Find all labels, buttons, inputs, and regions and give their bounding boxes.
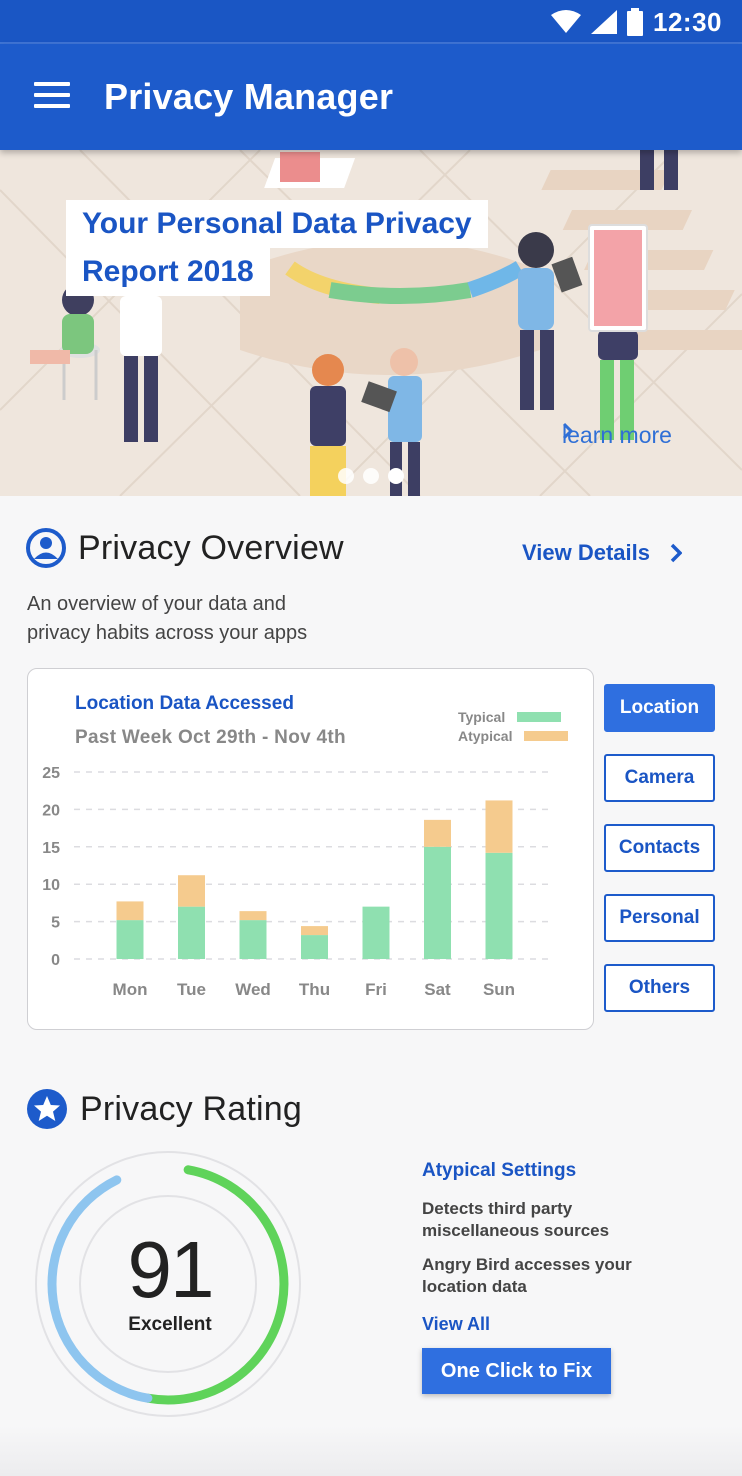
app-title: Privacy Manager xyxy=(104,76,394,117)
bar-atypical-tue xyxy=(178,875,205,907)
atypical-settings: Atypical Settings Detects third party mi… xyxy=(422,1160,722,1335)
x-tick-label: Sat xyxy=(424,980,451,999)
bar-atypical-thu xyxy=(301,926,328,936)
bar-atypical-sun xyxy=(485,800,513,853)
atypical-item2-line1: Angry Bird accesses your xyxy=(422,1255,632,1274)
bar-typical-wed xyxy=(239,920,267,959)
bar-typical-thu xyxy=(301,935,328,959)
bar-typical-tue xyxy=(178,906,205,959)
rating-score: 91 xyxy=(127,1225,215,1314)
one-click-fix-button[interactable]: One Click to Fix xyxy=(422,1348,611,1394)
hero-title-line2: Report 2018 xyxy=(66,248,270,296)
filter-location-button[interactable]: Location xyxy=(604,684,715,732)
location-chart-card: Location Data Accessed Past Week Oct 29t… xyxy=(27,668,594,1030)
rating-header: Privacy Rating xyxy=(26,1088,302,1130)
bar-atypical-mon xyxy=(116,901,144,921)
atypical-item-third-party: Detects third party miscellaneous source… xyxy=(422,1198,722,1242)
chevron-right-icon xyxy=(562,422,574,440)
status-icons: 12:30 xyxy=(551,6,722,38)
chevron-right-icon xyxy=(670,543,682,563)
x-tick-label: Mon xyxy=(113,980,148,999)
bar-typical-mon xyxy=(116,920,144,959)
overview-title: Privacy Overview xyxy=(78,528,344,567)
overview-description-line1: An overview of your data and xyxy=(27,593,287,615)
bottom-fade xyxy=(0,1426,742,1476)
hero-title-line1: Your Personal Data Privacy xyxy=(66,200,488,248)
filter-contacts-button[interactable]: Contacts xyxy=(604,824,715,872)
overview-description: An overview of your data and privacy hab… xyxy=(27,590,367,648)
phone-screen xyxy=(594,230,642,326)
atypical-item1-line1: Detects third party xyxy=(422,1199,573,1218)
status-time: 12:30 xyxy=(653,6,722,37)
rating-label: Excellent xyxy=(128,1314,212,1335)
atypical-item2-line2: location data xyxy=(422,1277,527,1296)
view-details-link[interactable]: View Details xyxy=(522,540,682,566)
filter-others-button[interactable]: Others xyxy=(604,964,715,1012)
y-tick-label: 10 xyxy=(42,877,60,894)
signal-icon xyxy=(591,10,617,34)
rating-title: Privacy Rating xyxy=(80,1089,302,1128)
hero-banner[interactable]: Your Personal Data Privacy Report 2018 l… xyxy=(0,150,742,496)
y-tick-label: 5 xyxy=(51,915,60,932)
bar-typical-sat xyxy=(424,846,451,959)
carousel-dot-1[interactable] xyxy=(338,468,354,484)
bar-chart: 0 5 10 15 20 25 Mon Tue Wed Thu Fri Sat Sun xyxy=(42,765,548,999)
bar-typical-sun xyxy=(485,852,513,959)
app-bar: Privacy Manager xyxy=(0,44,742,150)
x-tick-label: Fri xyxy=(365,980,387,999)
x-tick-label: Sun xyxy=(483,980,515,999)
y-tick-label: 0 xyxy=(51,952,60,969)
bar-typical-fri xyxy=(362,906,390,959)
bar-atypical-sat xyxy=(424,819,451,847)
filter-camera-button[interactable]: Camera xyxy=(604,754,715,802)
category-filters: Location Camera Contacts Personal Others xyxy=(604,684,715,1034)
battery-icon xyxy=(627,8,643,36)
view-all-link[interactable]: View All xyxy=(422,1314,490,1335)
menu-icon[interactable] xyxy=(34,82,70,112)
view-details-label: View Details xyxy=(522,540,650,565)
bar-atypical-wed xyxy=(239,911,267,921)
carousel-dot-3[interactable] xyxy=(388,468,404,484)
star-circle-icon xyxy=(27,1089,67,1129)
y-tick-label: 20 xyxy=(42,802,60,819)
atypical-title: Atypical Settings xyxy=(422,1160,577,1181)
atypical-item1-line2: miscellaneous sources xyxy=(422,1221,610,1240)
overview-header: Privacy Overview xyxy=(26,528,344,568)
filter-personal-button[interactable]: Personal xyxy=(604,894,715,942)
y-tick-label: 15 xyxy=(42,840,60,857)
wifi-icon xyxy=(551,10,581,33)
user-circle-icon xyxy=(26,528,66,568)
x-tick-label: Tue xyxy=(177,980,206,999)
learn-more-label: learn more xyxy=(562,422,672,448)
hero-title: Your Personal Data Privacy Report 2018 xyxy=(66,200,488,296)
atypical-item-angry-bird: Angry Bird accesses your location data xyxy=(422,1254,722,1298)
x-tick-label: Wed xyxy=(235,980,271,999)
overview-description-line2: privacy habits across your apps xyxy=(27,622,308,644)
learn-more-link[interactable]: learn more xyxy=(562,422,672,449)
status-bar: 12:30 xyxy=(0,0,742,44)
x-tick-label: Thu xyxy=(299,980,330,999)
carousel-dots xyxy=(338,468,404,484)
y-tick-label: 25 xyxy=(42,765,60,782)
phone-illustration xyxy=(588,224,648,332)
carousel-dot-2[interactable] xyxy=(363,468,379,484)
